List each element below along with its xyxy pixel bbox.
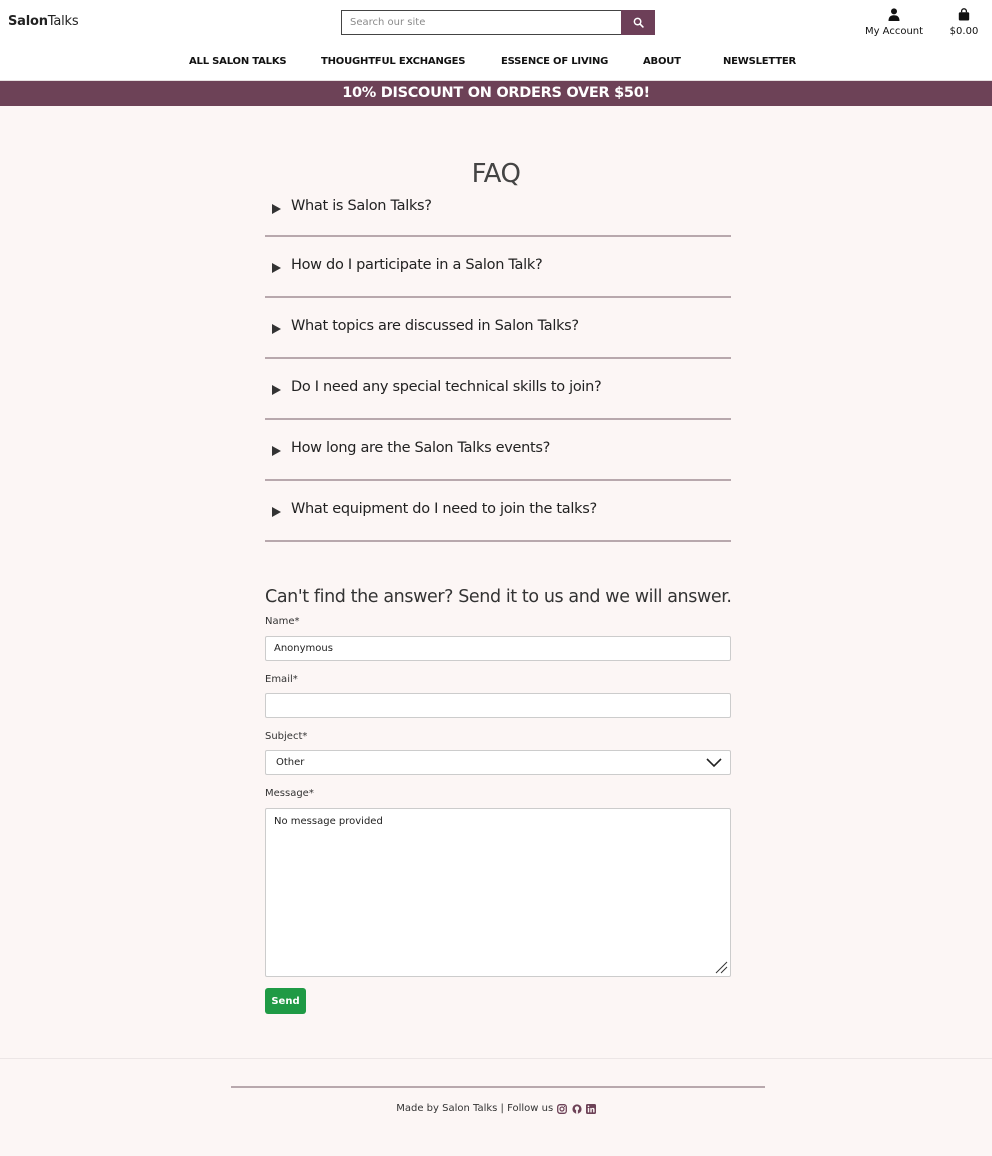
send-button[interactable]: Send: [265, 988, 306, 1014]
faq-question: How do I participate in a Salon Talk?: [291, 257, 543, 273]
caret-right-icon: [272, 446, 281, 456]
main-nav: ALL SALON TALKS THOUGHTFUL EXCHANGES ESS…: [0, 56, 992, 70]
caret-right-icon: [272, 204, 281, 214]
nav-all-salon-talks[interactable]: ALL SALON TALKS: [189, 56, 287, 67]
discount-banner: 10% DISCOUNT ON ORDERS OVER $50!: [0, 81, 992, 106]
nav-about[interactable]: ABOUT: [643, 56, 681, 67]
logo-bold: Salon: [8, 14, 48, 29]
faq-item[interactable]: What topics are discussed in Salon Talks…: [265, 298, 731, 359]
caret-right-icon: [272, 507, 281, 517]
main-content: FAQ What is Salon Talks? How do I partic…: [0, 106, 992, 1058]
chevron-down-icon: [706, 758, 722, 768]
message-text: No message provided: [274, 816, 383, 827]
account-label: My Account: [864, 26, 924, 37]
faq-item[interactable]: How long are the Salon Talks events?: [265, 420, 731, 481]
nav-essence-of-living[interactable]: ESSENCE OF LIVING: [501, 56, 608, 67]
faq-question: What equipment do I need to join the tal…: [291, 501, 597, 517]
caret-right-icon: [272, 263, 281, 273]
my-account-link[interactable]: My Account: [862, 8, 926, 37]
site-logo[interactable]: SalonTalks: [8, 14, 79, 29]
subject-selected-value: Other: [276, 757, 305, 768]
linkedin-icon[interactable]: [585, 1103, 596, 1114]
site-footer: Made by Salon Talks | Follow us: [0, 1058, 992, 1156]
faq-question: How long are the Salon Talks events?: [291, 440, 551, 456]
name-label: Name*: [265, 616, 300, 627]
search-button[interactable]: [621, 10, 655, 35]
page-title: FAQ: [471, 159, 521, 189]
faq-list: What is Salon Talks? How do I participat…: [265, 196, 731, 542]
site-header: SalonTalks My Account $0.00 ALL SALON TA…: [0, 0, 992, 81]
nav-thoughtful-exchanges[interactable]: THOUGHTFUL EXCHANGES: [321, 56, 465, 67]
cart-total: $0.00: [949, 26, 979, 37]
nav-newsletter[interactable]: NEWSLETTER: [723, 56, 796, 67]
search-bar: [341, 10, 655, 35]
caret-right-icon: [272, 324, 281, 334]
contact-form-title: Can't find the answer? Send it to us and…: [265, 587, 732, 607]
instagram-icon[interactable]: [557, 1103, 568, 1114]
faq-item[interactable]: What is Salon Talks?: [265, 196, 731, 237]
footer-text: Made by Salon Talks | Follow us: [396, 1103, 554, 1114]
name-field[interactable]: [265, 636, 731, 661]
shopping-bag-icon: [958, 8, 970, 21]
faq-item[interactable]: Do I need any special technical skills t…: [265, 359, 731, 420]
faq-item[interactable]: How do I participate in a Salon Talk?: [265, 237, 731, 298]
email-label: Email*: [265, 674, 298, 685]
subject-select[interactable]: Other: [265, 750, 731, 775]
footer-divider: [231, 1086, 765, 1088]
message-textarea[interactable]: No message provided: [265, 808, 731, 977]
resize-handle-icon[interactable]: [714, 960, 728, 974]
caret-right-icon: [272, 385, 281, 395]
email-field[interactable]: [265, 693, 731, 718]
logo-rest: Talks: [47, 14, 79, 29]
faq-item[interactable]: What equipment do I need to join the tal…: [265, 481, 731, 542]
footer-credits: Made by Salon Talks | Follow us: [0, 1103, 992, 1115]
faq-question: What is Salon Talks?: [291, 198, 432, 214]
faq-question: Do I need any special technical skills t…: [291, 379, 602, 395]
github-icon[interactable]: [571, 1103, 582, 1114]
user-icon: [888, 8, 900, 21]
search-icon: [633, 17, 644, 28]
subject-label: Subject*: [265, 731, 308, 742]
message-label: Message*: [265, 788, 314, 799]
cart-link[interactable]: $0.00: [944, 8, 984, 37]
faq-question: What topics are discussed in Salon Talks…: [291, 318, 579, 334]
search-input[interactable]: [341, 10, 621, 35]
